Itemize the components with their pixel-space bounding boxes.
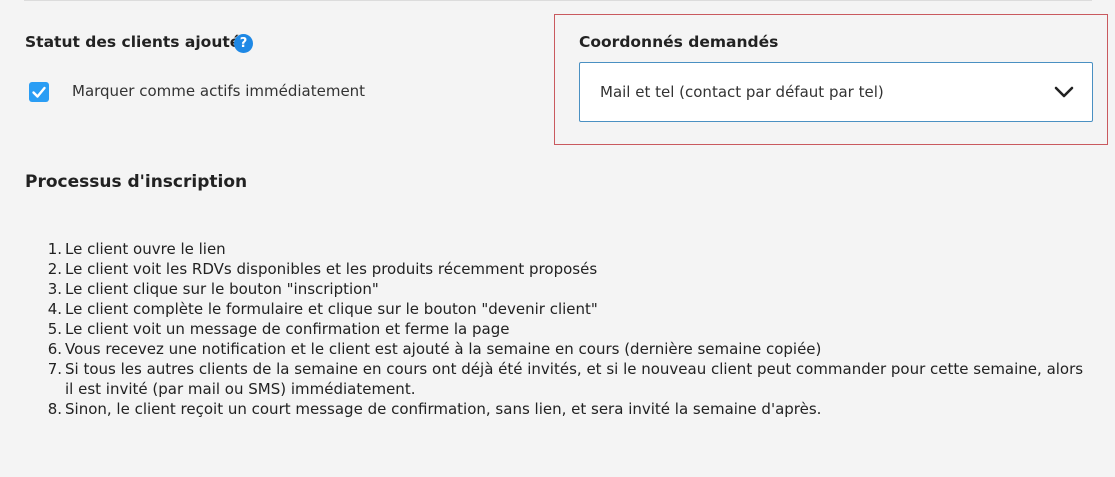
mark-active-label: Marquer comme actifs immédiatement <box>72 82 366 100</box>
process-steps-list: 1. Le client ouvre le lien 2. Le client vo… <box>25 239 1095 419</box>
step-text: Le client clique sur le bouton "inscript… <box>65 280 379 298</box>
step-text: Le client ouvre le lien <box>65 240 226 258</box>
coordinates-section-title: Coordonnés demandés <box>579 33 779 51</box>
list-item: 8. Sinon, le client reçoit un court messa… <box>25 399 1095 419</box>
step-number: 7. <box>47 360 62 378</box>
list-item: 7. Si tous les autres clients de la semai… <box>25 359 1095 399</box>
list-item: 1. Le client ouvre le lien <box>25 239 1095 259</box>
step-number: 3. <box>47 280 62 298</box>
step-number: 2. <box>47 260 62 278</box>
step-number: 5. <box>47 320 62 338</box>
list-item: 3. Le client clique sur le bouton "inscri… <box>25 279 1095 299</box>
page: Statut des clients ajoutés ? Marquer com… <box>0 0 1115 477</box>
coordinates-select-value: Mail et tel (contact par défaut par tel) <box>600 83 884 101</box>
help-icon[interactable]: ? <box>234 34 253 53</box>
step-text: Vous recevez une notification et le clie… <box>65 340 822 358</box>
list-item: 2. Le client voit les RDVs disponibles et… <box>25 259 1095 279</box>
status-section-title: Statut des clients ajoutés <box>25 33 250 51</box>
list-item: 4. Le client complète le formulaire et cl… <box>25 299 1095 319</box>
list-item: 5. Le client voit un message de confirmat… <box>25 319 1095 339</box>
step-number: 1. <box>47 240 62 258</box>
step-number: 4. <box>47 300 62 318</box>
step-number: 8. <box>47 400 62 418</box>
step-text: Si tous les autres clients de la semaine… <box>65 360 1084 398</box>
list-item: 6. Vous recevez une notification et le cl… <box>25 339 1095 359</box>
coordinates-select[interactable]: Mail et tel (contact par défaut par tel) <box>579 62 1093 122</box>
previous-card-edge <box>24 0 1092 1</box>
mark-active-checkbox[interactable] <box>29 82 49 102</box>
step-text: Sinon, le client reçoit un court message… <box>65 400 822 418</box>
step-text: Le client voit un message de confirmatio… <box>65 320 510 338</box>
process-section-title: Processus d'inscription <box>25 172 248 192</box>
step-text: Le client voit les RDVs disponibles et l… <box>65 260 598 278</box>
chevron-down-icon <box>1054 86 1074 98</box>
step-number: 6. <box>47 340 62 358</box>
checkmark-icon <box>32 86 46 98</box>
step-text: Le client complète le formulaire et cliq… <box>65 300 598 318</box>
